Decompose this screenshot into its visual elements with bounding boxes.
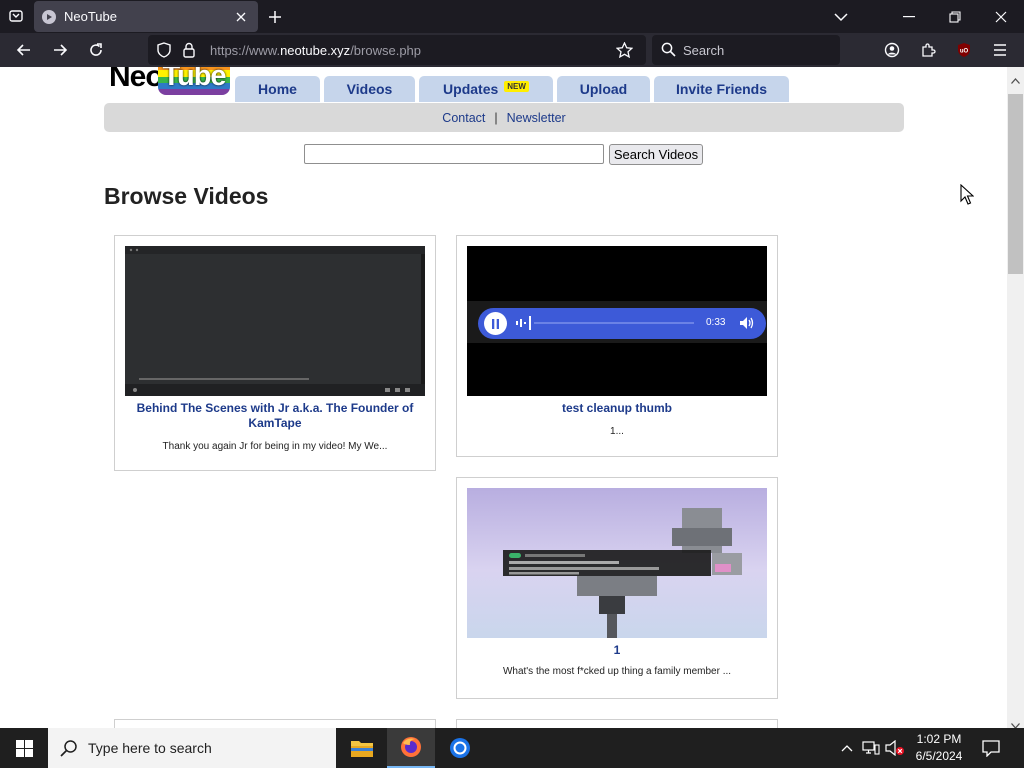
mouse-cursor-icon [960,183,975,211]
browser-toolbar: https://www.neotube.xyz/browse.php Searc… [0,33,1024,67]
file-explorer-icon[interactable] [338,728,386,768]
menu-tab-videos-label: Videos [346,81,393,97]
app-menu-hamburger-icon[interactable] [986,37,1014,63]
video-title-link[interactable]: 1 [467,643,767,658]
video-card [114,719,436,728]
new-badge: NEW [504,80,529,92]
page-scrollbar[interactable] [1007,67,1024,729]
menu-tab-updates[interactable]: Updates NEW [419,76,553,102]
menu-tab-upload-label: Upload [579,81,628,97]
svg-text:uO: uO [960,49,969,55]
minimize-icon[interactable] [886,0,932,33]
windows-start-icon[interactable] [0,728,48,768]
video-search-input[interactable] [304,144,604,164]
list-all-tabs-icon[interactable] [818,0,864,33]
search-bar[interactable]: Search [652,35,840,65]
video-description: Thank you again Jr for being in my video… [162,441,388,452]
scroll-up-arrow-icon[interactable] [1011,71,1020,89]
url-path: /browse.php [350,43,422,58]
volume-icon[interactable] [739,316,755,335]
new-tab-icon[interactable] [264,6,286,28]
forward-arrow-icon[interactable] [46,37,74,63]
taskbar-clock[interactable]: 1:02 PM 6/5/2024 [910,731,968,765]
logo-tube-text: Tube [162,67,226,92]
menu-tab-upload[interactable]: Upload [557,76,650,102]
menu-tab-videos[interactable]: Videos [324,76,415,102]
notifications-icon[interactable] [980,737,1002,759]
browser-tab-bar: NeoTube [0,0,1024,33]
volume-muted-icon[interactable] [885,738,905,758]
lock-icon[interactable] [182,42,196,63]
url-text: https://www.neotube.xyz/browse.php [210,43,421,58]
windows-taskbar: Type here to search 1:02 PM 6/5/2024 [0,728,1024,768]
video-card: 1 What's the most f*cked up thing a fami… [456,477,778,699]
video-card: Behind The Scenes with Jr a.k.a. The Fou… [114,235,436,471]
clock-time: 1:02 PM [916,732,962,746]
search-bar-placeholder: Search [683,43,725,58]
ublock-origin-icon[interactable]: uO [950,37,978,63]
close-window-icon[interactable] [978,0,1024,33]
scrollbar-thumb[interactable] [1008,94,1023,274]
menu-tab-home[interactable]: Home [235,76,320,102]
account-icon[interactable] [878,37,906,63]
search-icon [661,42,676,62]
firefox-icon[interactable] [387,728,435,768]
sub-navigation: Contact | Newsletter [104,103,904,132]
video-card: 0:33 test cleanup thumb 1... [456,235,778,457]
reload-icon[interactable] [82,37,110,63]
subnav-separator: | [494,110,498,125]
close-tab-icon[interactable] [232,8,250,26]
contact-link[interactable]: Contact [442,111,485,125]
show-hidden-icons-chevron-icon[interactable] [837,738,857,758]
network-icon[interactable] [861,738,881,758]
video-title-link[interactable]: Behind The Scenes with Jr a.k.a. The Fou… [125,401,425,431]
tracking-protection-shield-icon[interactable] [156,42,172,63]
menu-tab-home-label: Home [258,81,297,97]
tab-list-icon[interactable] [4,4,28,28]
bookmark-star-icon[interactable] [615,41,634,63]
video-thumbnail[interactable] [467,488,767,638]
clock-date: 6/5/2024 [915,749,963,763]
chrome-app-icon[interactable] [436,728,484,768]
page-title: Browse Videos [104,183,269,209]
search-videos-button[interactable]: Search Videos [609,144,703,165]
taskbar-search-placeholder: Type here to search [88,740,212,756]
url-prefix: https://www. [210,43,281,58]
player-time: 0:33 [706,317,726,328]
tab-title: NeoTube [64,9,117,24]
menu-tab-updates-label: Updates [443,81,499,97]
menu-tab-invite-friends-label: Invite Friends [675,81,768,97]
video-description: 1... [610,426,624,437]
url-host: neotube.xyz [280,43,351,58]
video-player[interactable]: 0:33 [467,246,767,396]
video-description: What's the most f*cked up thing a family… [502,666,732,677]
neotube-logo[interactable]: Neo Tube [108,67,230,99]
pause-icon[interactable] [484,312,507,335]
neotube-favicon-icon [42,9,56,24]
restore-icon[interactable] [932,0,978,33]
address-bar[interactable]: https://www.neotube.xyz/browse.php [148,35,646,65]
newsletter-link[interactable]: Newsletter [507,111,566,125]
back-arrow-icon[interactable] [10,37,38,63]
page-viewport: Neo Tube Home Videos Updates NEW Upload I… [0,67,1007,728]
logo-neo-text: Neo [109,67,164,93]
taskbar-search-icon [60,739,78,762]
audio-player-bar[interactable]: 0:33 [478,308,766,339]
menu-tab-invite-friends[interactable]: Invite Friends [654,76,789,102]
extensions-puzzle-icon[interactable] [914,37,942,63]
video-thumbnail[interactable] [125,246,425,396]
video-title-link[interactable]: test cleanup thumb [467,401,767,416]
video-card [456,719,778,728]
browser-tab-neotube[interactable]: NeoTube [34,1,258,32]
taskbar-search-box[interactable]: Type here to search [48,728,336,768]
waveform-icon [516,316,694,335]
